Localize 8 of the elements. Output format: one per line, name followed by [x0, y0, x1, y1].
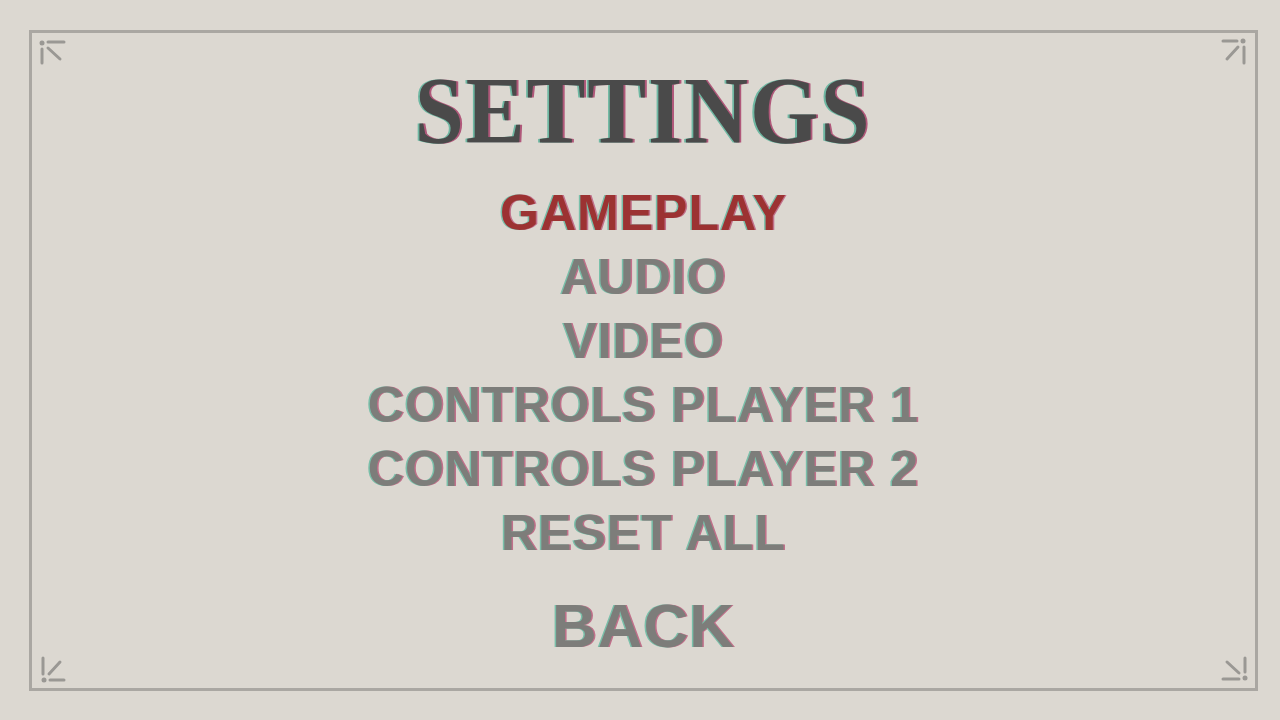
back-button[interactable]: BACK — [547, 591, 740, 661]
menu-item[interactable]: VIDEO — [559, 309, 728, 373]
menu-item[interactable]: GAMEPLAY — [496, 181, 791, 245]
menu-item[interactable]: CONTROLS PLAYER 2 — [363, 437, 924, 501]
menu-item[interactable]: AUDIO — [556, 245, 731, 309]
menu-item[interactable]: CONTROLS PLAYER 1 — [363, 373, 924, 437]
menu-item[interactable]: RESET ALL — [497, 501, 790, 565]
settings-title: SETTINGS — [415, 56, 872, 166]
